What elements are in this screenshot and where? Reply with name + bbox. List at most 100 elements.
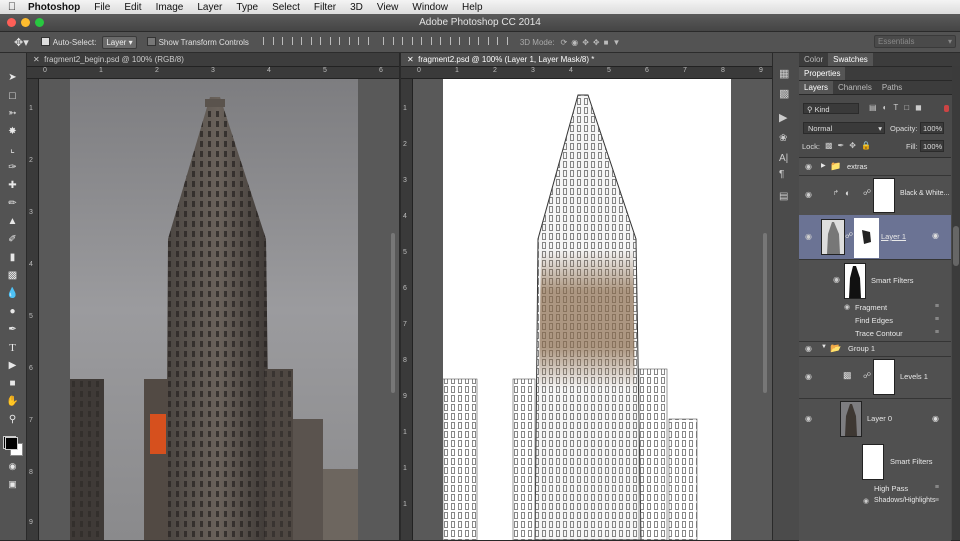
type-tool-icon[interactable]: T: [4, 341, 21, 355]
align-vcenter-icon[interactable]: [281, 37, 293, 45]
menu-3d[interactable]: 3D: [343, 2, 370, 13]
disclosure-triangle-open-icon[interactable]: ▼: [821, 344, 827, 350]
menu-type[interactable]: Type: [229, 2, 265, 13]
visibility-eye-icon[interactable]: ◉: [844, 303, 850, 311]
filter-options-icon[interactable]: ≡: [935, 497, 939, 504]
stamp-tool-icon[interactable]: ▲: [4, 215, 21, 229]
filter-row-fragment[interactable]: ◉ Fragment ≡: [799, 301, 951, 314]
quick-mask-icon[interactable]: ◉: [4, 459, 21, 473]
align-top-icon[interactable]: [262, 37, 274, 45]
distribute-vcenter-icon[interactable]: [401, 37, 413, 45]
workspace-switcher[interactable]: Essentials ▾: [874, 35, 956, 48]
filter-options-icon[interactable]: ≡: [935, 329, 939, 336]
disclosure-triangle-icon[interactable]: ▶: [821, 162, 826, 169]
document-tab-1[interactable]: ✕ fragment2_begin.psd @ 100% (RGB/8): [27, 53, 399, 67]
move-tool-icon[interactable]: ➤: [4, 71, 21, 85]
visibility-eye-icon[interactable]: ◉: [805, 414, 812, 423]
apple-icon[interactable]: : [0, 1, 24, 13]
layer-row-layer0[interactable]: ◉ Layer 0 ◉: [799, 398, 951, 440]
hand-tool-icon[interactable]: ✋: [4, 395, 21, 409]
distribute-left-icon[interactable]: [439, 37, 451, 45]
filter-options-icon[interactable]: ≡: [935, 303, 939, 310]
3d-mode-icons[interactable]: ⟳◉✥✥■▼: [561, 38, 625, 47]
layer-thumbnail[interactable]: [840, 401, 862, 437]
filter-toggle-icon[interactable]: [944, 105, 949, 112]
filter-options-icon[interactable]: ≡: [935, 484, 939, 491]
visibility-eye-icon[interactable]: ◉: [805, 232, 812, 241]
layer-row-black-white[interactable]: ◉ ↱ ◐ ☍ Black & White...: [799, 175, 951, 216]
menu-layer[interactable]: Layer: [190, 2, 229, 13]
layer-row-extras[interactable]: ◉ ▶ 📁 extras: [799, 158, 951, 176]
layer-row-group1[interactable]: ◉ ▼ 📂 Group 1: [799, 341, 951, 357]
tab-layers[interactable]: Layers: [799, 81, 834, 94]
transform-controls-checkbox[interactable]: [146, 37, 159, 47]
marquee-tool-icon[interactable]: □: [4, 89, 21, 103]
menu-file[interactable]: File: [87, 2, 117, 13]
layer-row-layer1-selected[interactable]: ◉ ☍ Layer 1 ◉: [799, 215, 951, 260]
vertical-scrollbar[interactable]: [763, 233, 767, 393]
menu-filter[interactable]: Filter: [307, 2, 343, 13]
align-hcenter-icon[interactable]: [338, 37, 350, 45]
visibility-eye-icon[interactable]: ◉: [863, 497, 869, 505]
history-brush-tool-icon[interactable]: ✐: [4, 233, 21, 247]
layer-comps-icon[interactable]: ▤: [779, 191, 788, 202]
tab-paths[interactable]: Paths: [877, 81, 907, 94]
shape-tool-icon[interactable]: ■: [4, 377, 21, 391]
blend-mode-dropdown[interactable]: Normal ▾: [803, 122, 885, 134]
auto-align-icon[interactable]: [496, 37, 508, 45]
distribute-bottom-icon[interactable]: [420, 37, 432, 45]
crop-tool-icon[interactable]: ⌞: [4, 143, 21, 157]
document-tab-2[interactable]: ✕ fragment2.psd @ 100% (Layer 1, Layer M…: [401, 53, 772, 67]
layer-row-levels[interactable]: ◉ ▩ ☍ Levels 1: [799, 356, 951, 399]
filter-row-trace-contour[interactable]: Trace Contour ≡: [799, 327, 951, 342]
close-tab-icon[interactable]: ✕: [33, 55, 40, 64]
history-icon[interactable]: ▦: [779, 67, 789, 80]
autoselect-checkbox[interactable]: [40, 37, 53, 47]
align-bottom-icon[interactable]: [300, 37, 312, 45]
filter-row-find-edges[interactable]: Find Edges ≡: [799, 314, 951, 327]
filter-row-shadows-highlights[interactable]: ◉ Shadows/Highlights ≡: [799, 495, 951, 508]
align-left-icon[interactable]: [319, 37, 331, 45]
autoselect-dropdown[interactable]: Layer ▾: [102, 35, 137, 49]
menu-photoshop[interactable]: Photoshop: [24, 2, 87, 13]
layer-mask-thumbnail[interactable]: [854, 218, 879, 258]
opacity-field[interactable]: 100%: [920, 122, 944, 134]
eyedropper-tool-icon[interactable]: ✑: [4, 161, 21, 175]
foreground-color-chip[interactable]: [5, 437, 18, 450]
brush-tool-icon[interactable]: ✏: [4, 197, 21, 211]
close-tab-icon[interactable]: ✕: [407, 55, 414, 64]
menu-help[interactable]: Help: [455, 2, 490, 13]
visibility-eye-icon[interactable]: ◉: [805, 162, 812, 171]
healing-tool-icon[interactable]: ✚: [4, 179, 21, 193]
menu-window[interactable]: Window: [405, 2, 455, 13]
brush-settings-icon[interactable]: ❀: [779, 133, 787, 144]
visibility-eye-icon[interactable]: ◉: [805, 344, 812, 353]
menu-edit[interactable]: Edit: [117, 2, 148, 13]
vertical-scrollbar[interactable]: [391, 233, 395, 393]
swatch-grid-icon[interactable]: ▩: [779, 87, 789, 100]
smart-filters-row-1[interactable]: ◉ Smart Filters: [799, 259, 951, 301]
filter-options-icon[interactable]: ≡: [935, 316, 939, 323]
layer-mask-thumbnail[interactable]: [873, 359, 895, 395]
blur-tool-icon[interactable]: 💧: [4, 287, 21, 301]
tab-properties[interactable]: Properties: [799, 67, 846, 80]
smart-filter-mask-thumbnail[interactable]: [862, 444, 884, 480]
layer-mask-thumbnail[interactable]: [873, 178, 895, 213]
screen-mode-icon[interactable]: ▣: [4, 477, 21, 491]
eraser-tool-icon[interactable]: ▮: [4, 251, 21, 265]
tab-swatches[interactable]: Swatches: [828, 53, 873, 66]
distribute-top-icon[interactable]: [382, 37, 394, 45]
panel-scrollbar[interactable]: [952, 66, 960, 540]
layer-filter-icons[interactable]: ▤◐T□◼: [869, 103, 928, 112]
zoom-tool-icon[interactable]: ⚲: [4, 413, 21, 427]
lasso-tool-icon[interactable]: ➳: [4, 107, 21, 121]
fill-field[interactable]: 100%: [920, 140, 944, 152]
layer-thumbnail[interactable]: [821, 219, 845, 255]
move-tool-preset-icon[interactable]: ✥▾: [14, 36, 29, 49]
path-select-tool-icon[interactable]: ▶: [4, 359, 21, 373]
visibility-eye-icon[interactable]: ◉: [805, 190, 812, 199]
smart-filters-row-2[interactable]: Smart Filters: [799, 440, 951, 482]
filter-row-high-pass[interactable]: High Pass ≡: [799, 482, 951, 495]
distribute-hcenter-icon[interactable]: [458, 37, 470, 45]
tab-color[interactable]: Color: [799, 53, 828, 66]
